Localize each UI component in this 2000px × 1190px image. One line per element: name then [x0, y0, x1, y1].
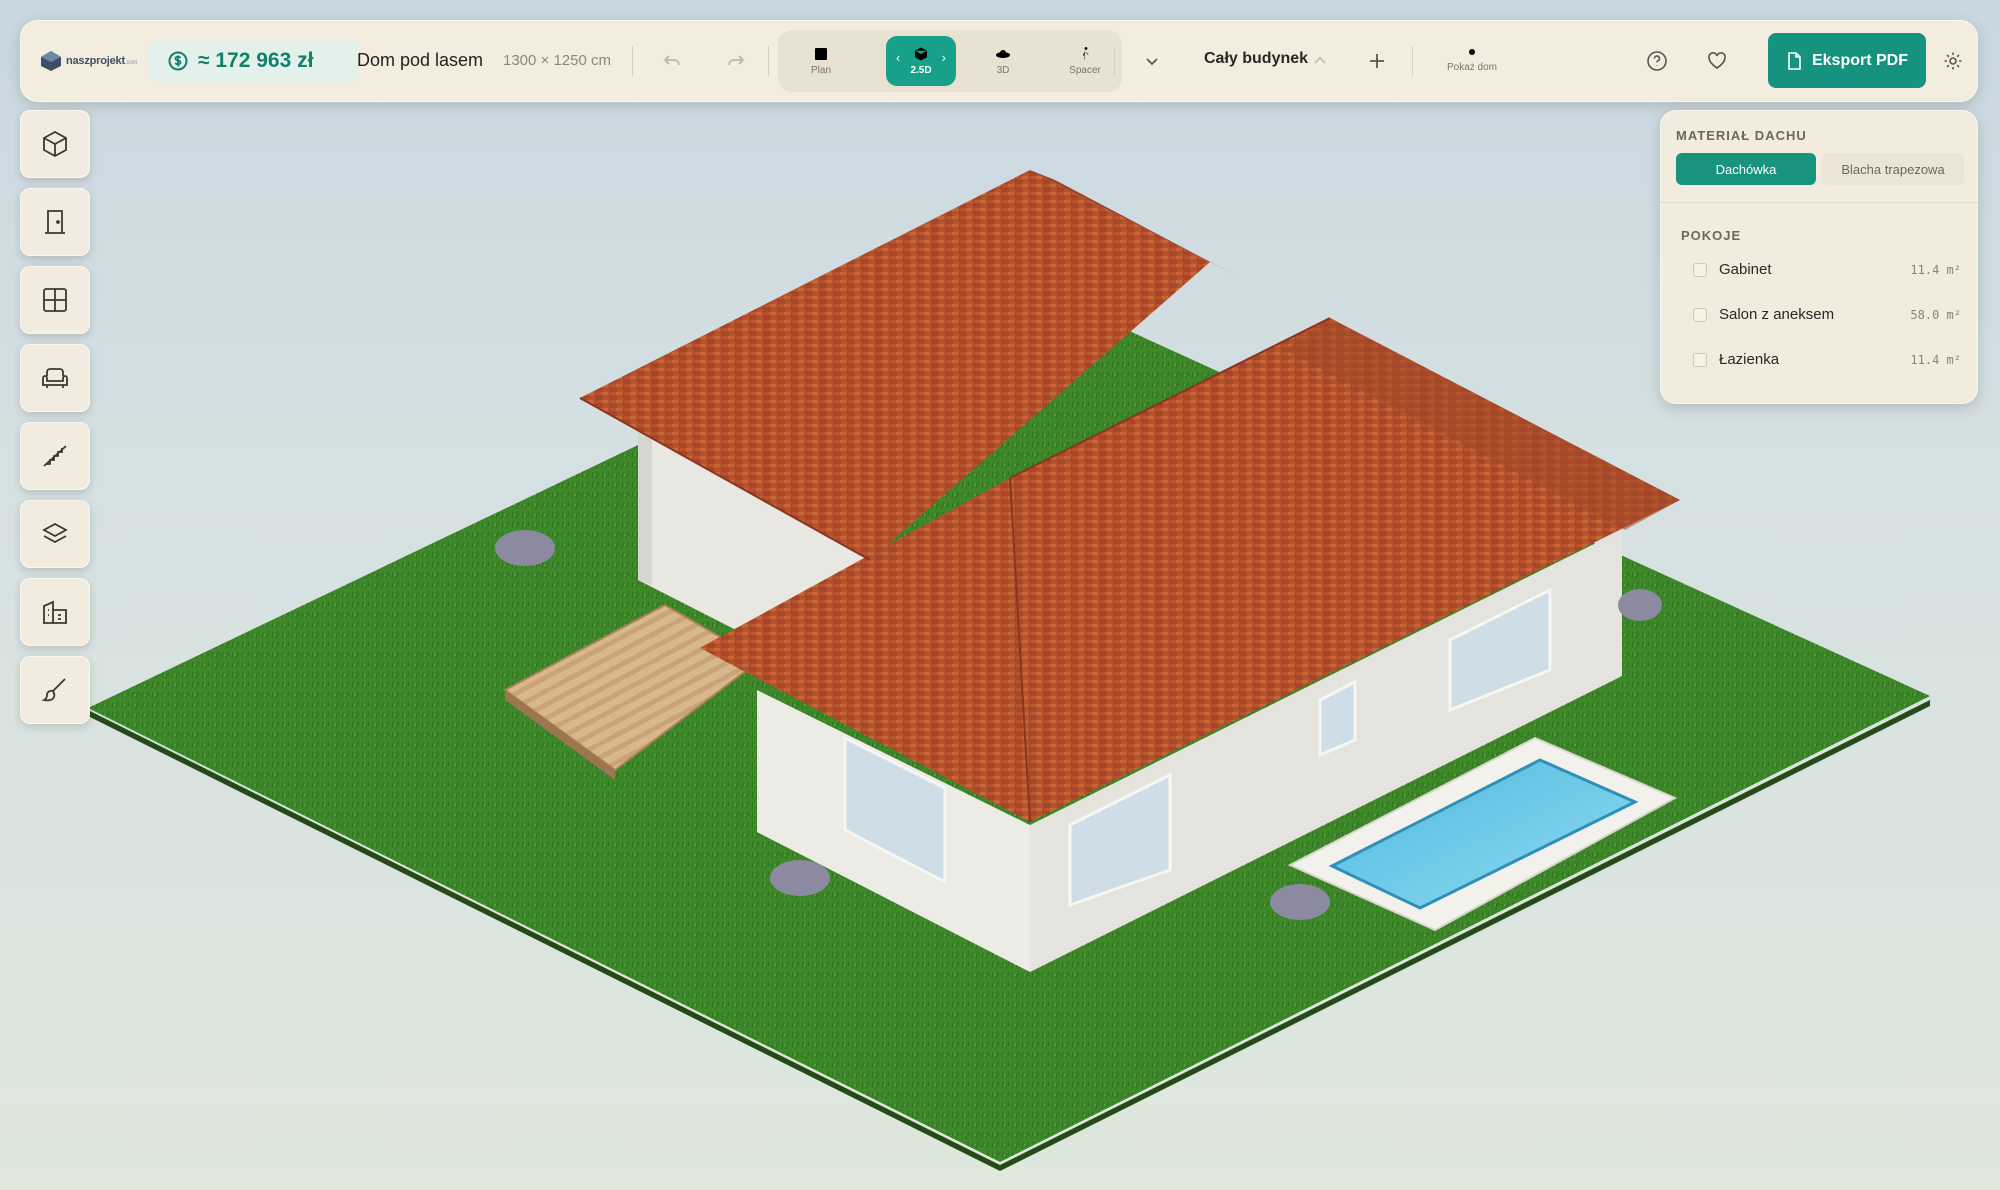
help-button[interactable]: [1640, 44, 1674, 78]
show-house-button[interactable]: Pokaż dom: [1442, 44, 1502, 73]
redo-button[interactable]: [720, 46, 752, 76]
tool-layers-button[interactable]: [20, 500, 90, 568]
view-plan-button[interactable]: Plan: [786, 36, 856, 86]
chevron-right-icon[interactable]: ›: [942, 50, 946, 65]
separator: [1412, 46, 1413, 76]
undo-icon: [663, 55, 680, 66]
walking-icon: [1083, 47, 1089, 61]
gear-icon: [1944, 52, 1962, 70]
layers-icon: [42, 522, 68, 544]
separator: [1114, 46, 1115, 76]
logo-icon: [41, 51, 61, 71]
estimated-cost-badge[interactable]: ≈ 172 963 zł: [148, 40, 360, 82]
orbit-icon: [996, 50, 1010, 58]
tool-walls-button[interactable]: [20, 110, 90, 178]
panel-divider: [1660, 202, 1978, 203]
roof-material-heading: MATERIAŁ DACHU: [1676, 128, 1807, 143]
chevron-down-icon: [1146, 58, 1158, 66]
tool-furniture-button[interactable]: [20, 344, 90, 412]
top-toolbar: naszprojekt.com ≈ 172 963 zł Dom pod las…: [20, 20, 1978, 102]
stairs-icon: [43, 445, 67, 467]
room-checkbox[interactable]: [1693, 263, 1707, 277]
room-name: Salon z aneksem: [1719, 306, 1835, 323]
back-wing-wall-side: [638, 420, 652, 585]
view-walk-button[interactable]: Spacer: [1050, 36, 1120, 86]
redo-icon: [728, 55, 745, 66]
rooms-heading: POKOJE: [1681, 228, 1742, 243]
export-pdf-button[interactable]: Eksport PDF: [1768, 33, 1926, 88]
room-name: Łazienka: [1719, 351, 1780, 368]
room-area: 11.4 m²: [1910, 353, 1961, 367]
armchair-icon: [42, 368, 68, 388]
separator: [768, 46, 769, 76]
project-dimensions: 1300 × 1250 cm: [503, 52, 611, 69]
focus-house-icon: [1465, 45, 1479, 59]
tool-stairs-button[interactable]: [20, 422, 90, 490]
separator: [632, 46, 633, 76]
roof-option-tiles[interactable]: Dachówka: [1676, 153, 1816, 185]
chevron-up-icon: [1314, 56, 1326, 64]
view-2-5d-button[interactable]: ‹ 2.5D ›: [886, 36, 956, 86]
room-row[interactable]: Gabinet 11.4 m²: [1681, 258, 1961, 282]
door-icon: [45, 210, 65, 234]
level-up-button[interactable]: [1306, 48, 1334, 74]
favorite-button[interactable]: [1700, 44, 1734, 78]
level-selector[interactable]: Cały budynek: [1204, 50, 1308, 68]
room-checkbox[interactable]: [1693, 353, 1707, 367]
app-logo[interactable]: naszprojekt.com: [40, 48, 137, 74]
cube-icon: [915, 47, 927, 61]
settings-button[interactable]: [1938, 46, 1968, 76]
tool-building-button[interactable]: [20, 578, 90, 646]
room-row[interactable]: Salon z aneksem 58.0 m²: [1681, 303, 1961, 327]
view-3d-button[interactable]: 3D: [968, 36, 1038, 86]
window-icon: [43, 288, 67, 312]
tool-windows-button[interactable]: [20, 266, 90, 334]
level-down-button[interactable]: [1138, 48, 1166, 74]
help-icon: [1647, 51, 1667, 71]
plus-icon: [1370, 54, 1384, 68]
room-area: 11.4 m²: [1910, 263, 1961, 277]
heart-icon: [1708, 52, 1726, 70]
building-icon: [43, 600, 67, 624]
dollar-icon: [168, 51, 188, 71]
plan-icon: [815, 48, 827, 60]
tool-paint-button[interactable]: [20, 656, 90, 724]
view-mode-switcher: Plan ‹ 2.5D › 3D Spacer: [778, 30, 1122, 92]
logo-text: naszprojekt.com: [66, 55, 138, 67]
properties-panel: MATERIAŁ DACHU Dachówka Blacha trapezowa…: [1660, 110, 1978, 404]
chevron-left-icon[interactable]: ‹: [896, 50, 900, 65]
tool-doors-button[interactable]: [20, 188, 90, 256]
room-checkbox[interactable]: [1693, 308, 1707, 322]
cube-icon: [43, 130, 67, 158]
roof-option-metal-sheet[interactable]: Blacha trapezowa: [1822, 153, 1964, 185]
brush-icon: [41, 678, 66, 702]
room-name: Gabinet: [1719, 261, 1772, 278]
add-level-button[interactable]: [1362, 46, 1392, 76]
project-name[interactable]: Dom pod lasem: [357, 50, 483, 71]
room-area: 58.0 m²: [1910, 308, 1961, 322]
estimated-cost: ≈ 172 963 zł: [198, 49, 314, 72]
undo-button[interactable]: [656, 46, 688, 76]
document-icon: [1788, 51, 1801, 70]
room-row[interactable]: Łazienka 11.4 m²: [1681, 348, 1961, 372]
